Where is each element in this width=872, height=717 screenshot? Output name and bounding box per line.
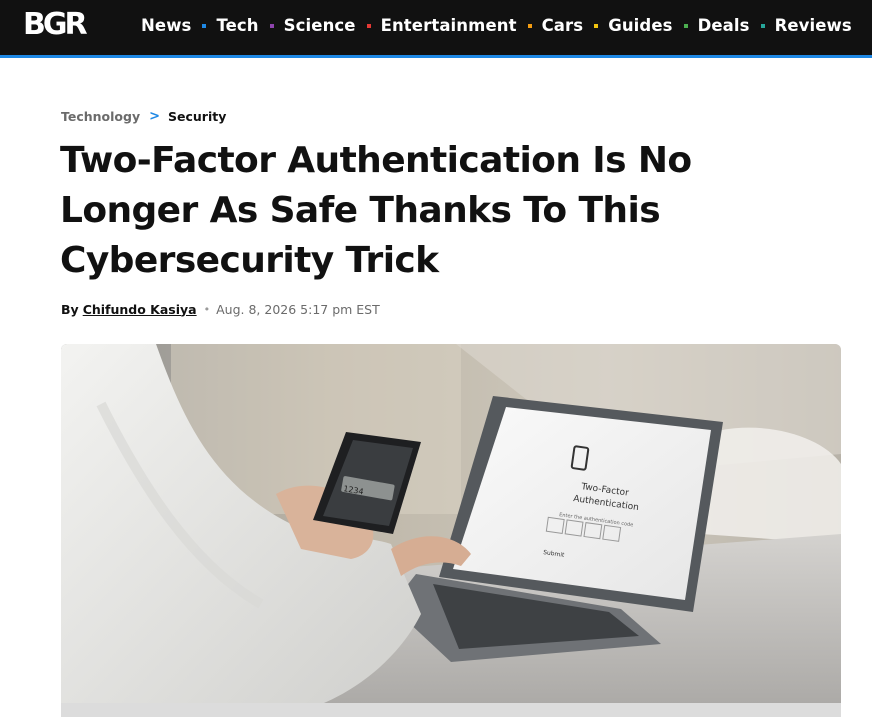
byline-prefix: By (61, 301, 79, 317)
publish-date: Aug. 8, 2026 5:17 pm EST (216, 301, 380, 317)
byline: By Chifundo Kasiya • Aug. 8, 2026 5:17 p… (61, 300, 380, 318)
header-accent-bar (0, 55, 872, 58)
image-caption-strip (61, 703, 841, 717)
nav-item-science[interactable]: Science (284, 0, 356, 52)
breadcrumb: Technology > Security (61, 107, 226, 125)
nav-separator-dot (202, 24, 207, 28)
nav-separator-dot (760, 24, 765, 28)
nav-item-entertainment[interactable]: Entertainment (381, 0, 517, 52)
breadcrumb-security[interactable]: Security (168, 109, 226, 124)
nav-item-news[interactable]: News (141, 0, 191, 52)
breadcrumb-technology[interactable]: Technology (61, 109, 140, 124)
nav-item-reviews[interactable]: Reviews (775, 0, 852, 52)
nav-separator-dot (683, 24, 688, 28)
byline-separator: • (203, 302, 211, 316)
article-headline: Two-Factor Authentication Is No Longer A… (60, 140, 692, 281)
site-header: BGR News Tech Science Entertainment Cars… (0, 0, 872, 55)
nav-item-cars[interactable]: Cars (542, 0, 584, 52)
nav-separator-dot (527, 24, 532, 28)
nav-item-tech[interactable]: Tech (216, 0, 258, 52)
nav-separator-dot (366, 24, 371, 28)
author-link[interactable]: Chifundo Kasiya (83, 302, 197, 317)
nav-item-guides[interactable]: Guides (608, 0, 672, 52)
chevron-right-icon: > (149, 108, 161, 124)
site-logo[interactable]: BGR (23, 9, 88, 41)
hero-illustration: Two-Factor Authentication Enter the auth… (61, 344, 841, 717)
nav-item-deals[interactable]: Deals (698, 0, 750, 52)
main-nav: News Tech Science Entertainment Cars Gui… (141, 0, 852, 52)
nav-separator-dot (594, 24, 599, 28)
hero-image: Two-Factor Authentication Enter the auth… (61, 344, 841, 717)
nav-separator-dot (269, 24, 274, 28)
